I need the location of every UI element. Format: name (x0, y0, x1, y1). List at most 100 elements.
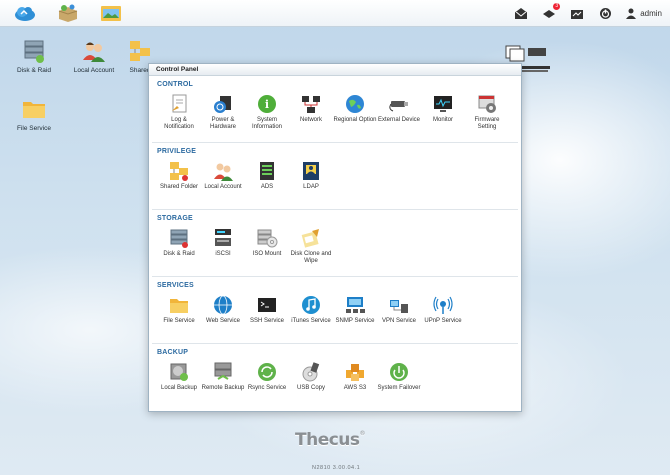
section-storage: STORAGE Disk & Raid iSCSI ISO Mount Disk… (152, 210, 518, 277)
disk-clone-icon (300, 227, 322, 249)
iso-mount-icon (256, 227, 278, 249)
external-device-icon (388, 93, 410, 115)
user-label: admin (640, 9, 662, 18)
item-vpn-service[interactable]: VPN Service (377, 294, 421, 325)
local-account-icon (81, 38, 107, 64)
desktop-icon-disk-raid[interactable]: Disk & Raid (4, 38, 64, 74)
item-label: Power & Hardware (209, 117, 236, 130)
section-title: SERVICES (157, 282, 194, 289)
local-backup-icon (168, 361, 190, 383)
vpn-service-icon (388, 294, 410, 316)
item-shared-folder[interactable]: Shared Folder (157, 160, 201, 191)
iscsi-icon (212, 227, 234, 249)
package-app-icon[interactable] (56, 3, 80, 23)
log-notification-icon (168, 93, 190, 115)
item-local-backup[interactable]: Local Backup (157, 361, 201, 392)
mail-icon[interactable] (514, 7, 528, 21)
item-label: ISO Mount (252, 251, 282, 257)
section-privilege: PRIVILEGE Shared Folder Local Account AD… (152, 143, 518, 210)
item-label: System Information (251, 117, 282, 130)
version-text: N2810 3.00.04.1 (312, 465, 361, 471)
item-network[interactable]: Network (289, 93, 333, 131)
control-panel-title: Control Panel (149, 64, 521, 76)
desktop-icon-label: File Service (17, 125, 51, 132)
web-service-icon (212, 294, 234, 316)
item-system-failover[interactable]: System Failover (377, 361, 421, 392)
item-label: System Failover (377, 385, 421, 391)
usb-copy-icon (300, 361, 322, 383)
upnp-service-icon (432, 294, 454, 316)
disk-raid-icon (168, 227, 190, 249)
cloud-app-icon[interactable] (13, 3, 37, 23)
item-iscsi[interactable]: iSCSI (201, 227, 245, 265)
notification-icon[interactable]: 3 (542, 2, 561, 21)
regional-option-icon (344, 93, 366, 115)
section-title: PRIVILEGE (157, 148, 197, 155)
message-icon[interactable] (570, 7, 584, 21)
item-label: Shared Folder (159, 184, 199, 190)
snmp-service-icon (344, 294, 366, 316)
item-ssh-service[interactable]: SSH Service (245, 294, 289, 325)
item-system-information[interactable]: i System Information (245, 93, 289, 131)
item-label: Monitor (432, 117, 453, 123)
local-account-icon (212, 160, 234, 182)
item-disk-clone[interactable]: Disk Clone and Wipe (289, 227, 333, 265)
item-firmware-setting[interactable]: Firmware Setting (465, 93, 509, 131)
rsync-service-icon (256, 361, 278, 383)
item-label: SNMP Service (335, 318, 375, 324)
item-label: SSH Service (249, 318, 284, 324)
item-local-account[interactable]: Local Account (201, 160, 245, 191)
shared-folder-icon (168, 160, 190, 182)
item-external-device[interactable]: External Device (377, 93, 421, 131)
item-remote-backup[interactable]: Remote Backup (201, 361, 245, 392)
system-failover-icon (388, 361, 410, 383)
item-label: Regional Option (333, 117, 377, 123)
remote-backup-icon (212, 361, 234, 383)
section-services: SERVICES File Service Web Service SSH Se… (152, 277, 518, 344)
item-log-notification[interactable]: Log & Notification (157, 93, 201, 131)
control-panel-body: CONTROL Log & Notification Power & Hardw… (152, 76, 518, 408)
item-aws-s3[interactable]: AWS S3 (333, 361, 377, 392)
ldap-icon (300, 160, 322, 182)
user-menu[interactable]: admin (626, 8, 662, 19)
network-icon (300, 93, 322, 115)
item-upnp-service[interactable]: UPnP Service (421, 294, 465, 325)
monitor-icon (432, 93, 454, 115)
item-label: Log & Notification (164, 117, 194, 130)
desktop-icon-local-account[interactable]: Local Account (64, 38, 124, 74)
item-regional-option[interactable]: Regional Option (333, 93, 377, 131)
top-bar: 3 admin (0, 0, 670, 27)
firmware-setting-icon (476, 93, 498, 115)
item-file-service[interactable]: File Service (157, 294, 201, 325)
item-itunes-service[interactable]: iTunes Service (289, 294, 333, 325)
item-usb-copy[interactable]: USB Copy (289, 361, 333, 392)
item-rsync-service[interactable]: Rsync Service (245, 361, 289, 392)
control-panel-window: Control Panel CONTROL Log & Notification… (148, 63, 522, 412)
user-icon (626, 8, 637, 19)
section-control: CONTROL Log & Notification Power & Hardw… (152, 76, 518, 143)
power-icon[interactable] (598, 7, 612, 21)
section-title: CONTROL (157, 81, 194, 88)
ssh-service-icon (256, 294, 278, 316)
desktop-icon-file-service[interactable]: File Service (4, 96, 64, 132)
item-ldap[interactable]: LDAP (289, 160, 333, 191)
item-label: Rsync Service (247, 385, 287, 391)
item-label: File Service (163, 318, 195, 324)
item-web-service[interactable]: Web Service (201, 294, 245, 325)
item-power-hardware[interactable]: Power & Hardware (201, 93, 245, 131)
item-label: VPN Service (381, 318, 416, 324)
item-ads[interactable]: ADS (245, 160, 289, 191)
item-label: LDAP (303, 184, 319, 190)
item-snmp-service[interactable]: SNMP Service (333, 294, 377, 325)
item-label: Local Backup (160, 385, 198, 391)
power-hardware-icon (212, 93, 234, 115)
item-label: Web Service (206, 318, 240, 324)
folder-app-icon[interactable] (99, 3, 123, 23)
item-iso-mount[interactable]: ISO Mount (245, 227, 289, 265)
aws-s3-icon (344, 361, 366, 383)
section-backup: BACKUP Local Backup Remote Backup Rsync … (152, 344, 518, 410)
item-disk-raid[interactable]: Disk & Raid (157, 227, 201, 265)
item-monitor[interactable]: Monitor (421, 93, 465, 131)
item-label: iTunes Service (291, 318, 331, 324)
disk-raid-icon (21, 38, 47, 64)
